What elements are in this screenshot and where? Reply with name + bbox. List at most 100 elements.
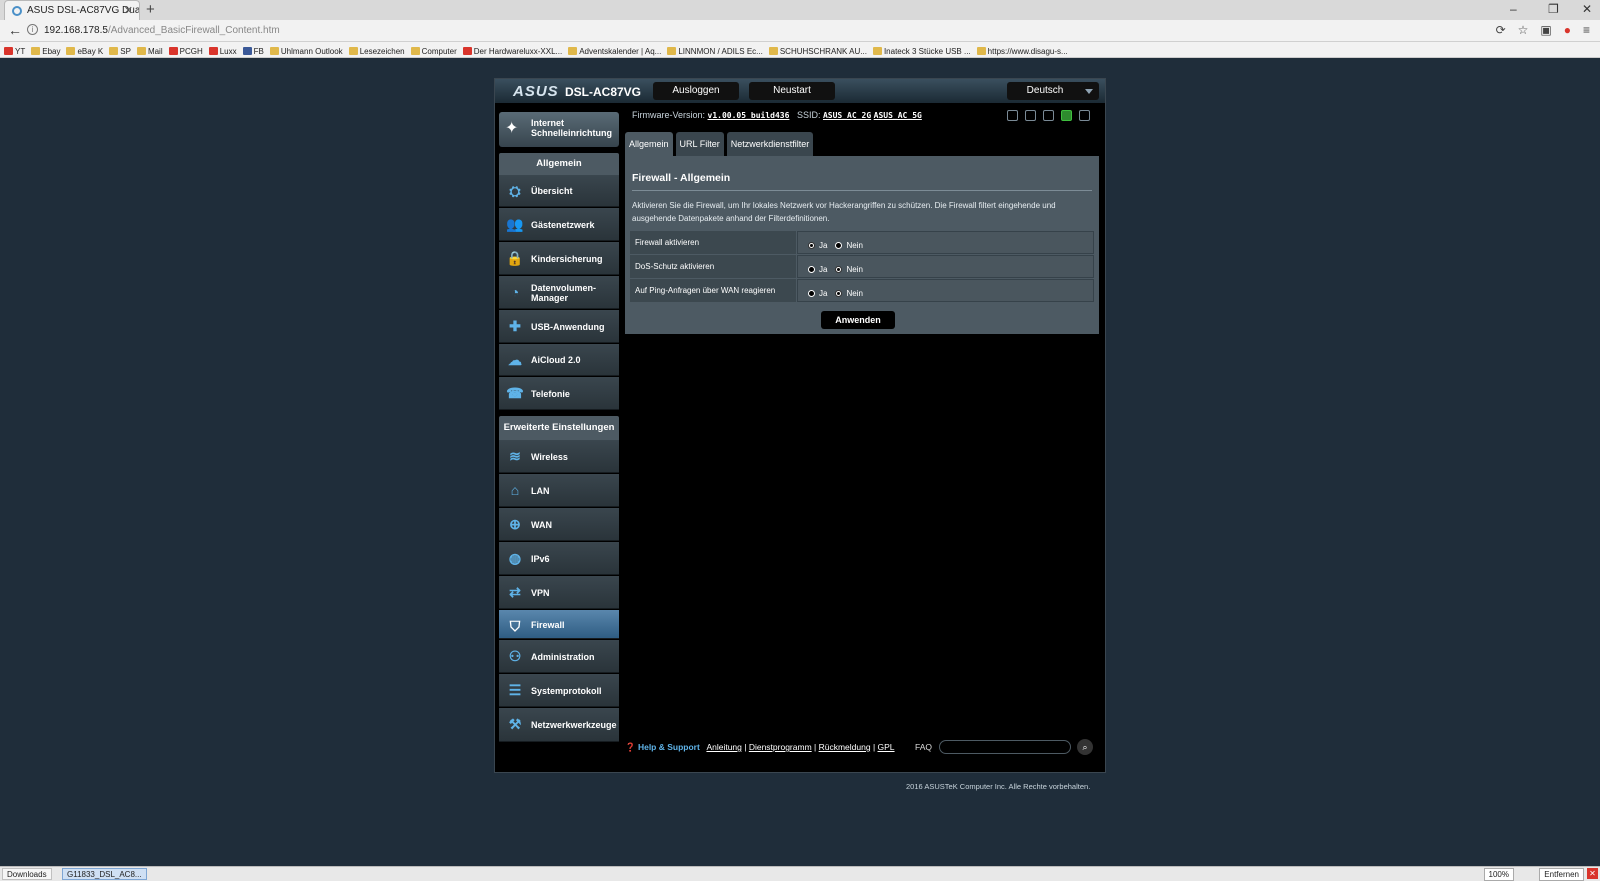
browser-tab[interactable]: ASUS DSL-AC87VG Dual-B... ✕: [4, 0, 140, 20]
sidebar-item-systemprotokoll[interactable]: ☰ Systemprotokoll: [499, 674, 619, 707]
sidebar-item-firewall[interactable]: ⛉ Firewall: [499, 610, 619, 639]
bookmark-item[interactable]: Lesezeichen: [348, 45, 405, 57]
bookmark-label: SP: [120, 46, 131, 56]
sidebar-item-wan[interactable]: ⊕ WAN: [499, 508, 619, 541]
radio-yes[interactable]: [808, 242, 815, 249]
bookmark-label: eBay K: [77, 46, 104, 56]
gpl-link[interactable]: GPL: [878, 742, 895, 752]
bookmark-item[interactable]: Der Hardwareluxx-XXL...: [462, 45, 563, 57]
bookmark-item[interactable]: SCHUHSCHRANK AU...: [768, 45, 867, 57]
radio-no[interactable]: [835, 242, 843, 249]
bookmark-item[interactable]: eBay K: [66, 45, 103, 57]
bookmark-item[interactable]: https://www.disagu-s...: [976, 45, 1068, 57]
bookmark-item[interactable]: PCGH: [168, 45, 203, 57]
close-icon[interactable]: ✕: [1587, 868, 1598, 879]
firmware-version-link[interactable]: v1.00.05_build436: [708, 111, 790, 120]
setting-label: Auf Ping-Anfragen über WAN reagieren: [630, 279, 796, 302]
ssid-2g-link[interactable]: ASUS_AC_2G: [823, 111, 871, 120]
search-icon[interactable]: ⌕: [1077, 739, 1093, 755]
bookmark-item[interactable]: LINNMON / ADILS Ec...: [667, 45, 763, 57]
adblock-icon[interactable]: ●: [1564, 23, 1571, 37]
usb-status-icon[interactable]: [1061, 110, 1072, 121]
asus-logo: ASUS: [513, 83, 559, 100]
ssid-5g-link[interactable]: ASUS_AC_5G: [874, 111, 922, 120]
bookmark-label: Inateck 3 Stücke USB ...: [883, 46, 971, 56]
sidebar-item-ipv6[interactable]: ◍ IPv6: [499, 542, 619, 575]
bookmark-item[interactable]: Mail: [136, 45, 163, 57]
radio-no[interactable]: [835, 266, 843, 273]
phone-icon: ☎: [506, 385, 524, 401]
sidebar-item-wireless[interactable]: ≋ Wireless: [499, 440, 619, 473]
separator: |: [870, 742, 878, 752]
network-status-icon[interactable]: [1043, 110, 1054, 121]
bookmark-item[interactable]: Luxx: [208, 45, 237, 57]
address-bar: ← i 192.168.178.5/Advanced_BasicFirewall…: [0, 20, 1600, 42]
sidebar-item-kindersicherung[interactable]: 🔒 Kindersicherung: [499, 242, 619, 275]
sidebar-item-gästenetzwerk[interactable]: 👥 Gästenetzwerk: [499, 208, 619, 241]
tab-allgemein[interactable]: Allgemein: [625, 132, 673, 156]
radio-label: Nein: [846, 265, 863, 274]
back-arrow-icon[interactable]: ←: [8, 22, 22, 38]
bookmark-item[interactable]: FB: [242, 45, 264, 57]
zoom-level[interactable]: 100%: [1483, 868, 1514, 881]
wireless-icon: ≋: [509, 448, 521, 464]
sidebar-item-administration[interactable]: ⚇ Administration: [499, 640, 619, 673]
tab-netzwerkdienstfilter[interactable]: Netzwerkdienstfilter: [726, 132, 814, 156]
sidebar-item-übersicht[interactable]: ⛭ Übersicht: [499, 175, 619, 207]
bookmark-label: Der Hardwareluxx-XXL...: [473, 46, 563, 56]
download-file-item[interactable]: G11833_DSL_AC8...: [62, 868, 147, 880]
faq-search-input[interactable]: [939, 740, 1071, 754]
close-window-icon[interactable]: ✕: [1582, 2, 1592, 16]
language-select[interactable]: Deutsch: [1007, 82, 1099, 100]
url-field[interactable]: 192.168.178.5/Advanced_BasicFirewall_Con…: [44, 25, 280, 36]
bookmark-item[interactable]: Ebay: [31, 45, 60, 57]
bookmark-item[interactable]: Adventskalender | Aq...: [568, 45, 661, 57]
quick-internet-setup-button[interactable]: ✦ Internet Schnelleinrichtung: [499, 112, 619, 147]
info-icon[interactable]: i: [27, 24, 38, 35]
radio-yes[interactable]: [808, 290, 815, 297]
bookmark-item[interactable]: Uhlmann Outlook: [269, 45, 343, 57]
extension-icon[interactable]: ▣: [1540, 23, 1551, 37]
sidebar-item-telefonie[interactable]: ☎ Telefonie: [499, 377, 619, 410]
lock-icon: 🔒: [506, 250, 524, 266]
manual-link[interactable]: Anleitung: [706, 742, 741, 752]
internet-status-icon[interactable]: [1025, 110, 1036, 121]
bookmark-item[interactable]: Inateck 3 Stücke USB ...: [872, 45, 971, 57]
remove-button[interactable]: Entfernen: [1539, 868, 1584, 881]
sidebar-item-vpn[interactable]: ⇄ VPN: [499, 576, 619, 609]
radio-no[interactable]: [835, 290, 843, 297]
bookmark-icon: [568, 47, 578, 55]
tab-url-filter[interactable]: URL Filter: [675, 132, 724, 156]
bookmark-item[interactable]: Computer: [410, 45, 457, 57]
close-tab-icon[interactable]: ✕: [124, 4, 133, 17]
bookmark-item[interactable]: YT: [4, 45, 25, 57]
reboot-button[interactable]: Neustart: [749, 82, 835, 100]
page-title: Firewall - Allgemein: [632, 172, 731, 184]
sidebar-item-aicloud-2-0[interactable]: ☁ AiCloud 2.0: [499, 344, 619, 376]
reload-icon[interactable]: ⟳: [1496, 23, 1506, 37]
client-status-icon[interactable]: [1007, 110, 1018, 121]
new-tab-icon[interactable]: +: [146, 1, 155, 18]
restore-icon[interactable]: ❐: [1548, 2, 1559, 16]
star-icon[interactable]: ☆: [1518, 23, 1529, 37]
chevron-down-icon: [1085, 89, 1093, 94]
apply-button[interactable]: Anwenden: [821, 311, 895, 329]
sidebar-item-datenvolumen-manager[interactable]: ◔ Datenvolumen-Manager: [499, 276, 619, 309]
bookmark-label: Uhlmann Outlook: [280, 46, 343, 56]
sidebar-item-netzwerkwerkzeuge[interactable]: ⚒ Netzwerkwerkzeuge: [499, 708, 619, 742]
downloads-button[interactable]: Downloads: [2, 868, 52, 880]
menu-icon[interactable]: ≡: [1583, 23, 1590, 37]
printer-status-icon[interactable]: [1079, 110, 1090, 121]
sidebar-item-usb-anwendung[interactable]: ✚ USB-Anwendung: [499, 310, 619, 343]
logout-button[interactable]: Ausloggen: [653, 82, 739, 100]
bookmark-icon: [136, 47, 146, 55]
browser-tabstrip: ASUS DSL-AC87VG Dual-B... ✕ + – ❐ ✕: [0, 0, 1600, 20]
sidebar-item-lan[interactable]: ⌂ LAN: [499, 474, 619, 507]
url-host: 192.168.178.5: [44, 25, 108, 36]
radio-yes[interactable]: [808, 266, 815, 273]
firmware-line: Firmware-Version: v1.00.05_build436 SSID…: [632, 110, 922, 120]
feedback-link[interactable]: Rückmeldung: [819, 742, 871, 752]
bookmark-item[interactable]: SP: [109, 45, 131, 57]
utility-link[interactable]: Dienstprogramm: [749, 742, 812, 752]
minimize-icon[interactable]: –: [1510, 2, 1517, 16]
